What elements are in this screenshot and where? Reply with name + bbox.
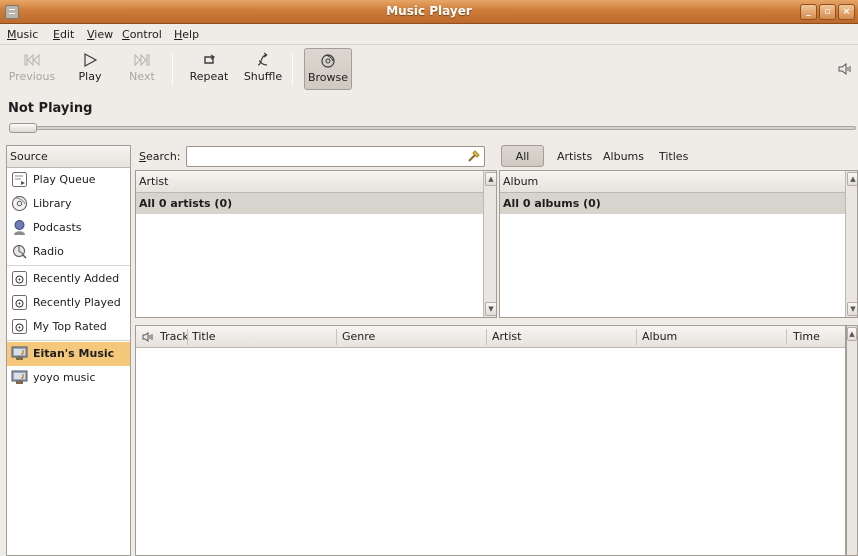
play-button[interactable]: Play <box>70 48 110 90</box>
source-item-play-queue[interactable]: Play Queue <box>7 168 130 192</box>
shuffle-button[interactable]: Shuffle <box>243 48 283 90</box>
artist-column-header[interactable]: Artist <box>136 171 483 193</box>
play-queue-icon <box>12 172 27 187</box>
volume-icon[interactable] <box>838 63 852 75</box>
minimize-button[interactable]: _ <box>800 4 817 20</box>
menu-bar: Music Edit View Control Help <box>0 24 858 45</box>
menu-edit[interactable]: Edit <box>53 28 74 41</box>
seek-slider-handle[interactable] <box>9 123 37 133</box>
source-separator <box>7 340 130 341</box>
source-item-podcasts[interactable]: Podcasts <box>7 216 130 240</box>
album-column-header[interactable]: Album <box>500 171 845 193</box>
playlist-icon <box>12 271 27 286</box>
source-separator <box>7 265 130 266</box>
search-input[interactable] <box>186 146 485 167</box>
column-artist[interactable]: Artist <box>492 330 521 343</box>
previous-icon <box>24 53 40 67</box>
playing-column-icon <box>142 332 153 342</box>
artist-row-all[interactable]: All 0 artists (0) <box>136 193 483 214</box>
toolbar-separator <box>172 53 173 85</box>
album-row-all[interactable]: All 0 albums (0) <box>500 193 845 214</box>
filter-albums-button[interactable]: Albums <box>603 150 644 163</box>
source-item-my-top-rated[interactable]: My Top Rated <box>7 315 130 339</box>
source-item-recently-added[interactable]: Recently Added <box>7 267 130 291</box>
podcast-icon <box>14 220 25 235</box>
playlist-icon <box>12 295 27 310</box>
source-header[interactable]: Source <box>7 146 130 168</box>
window-title: Music Player <box>386 4 472 18</box>
scroll-down-arrow[interactable]: ▼ <box>847 302 857 316</box>
source-item-library[interactable]: Library <box>7 192 130 216</box>
maximize-button[interactable]: ▫ <box>819 4 836 20</box>
seek-bar[interactable] <box>10 126 856 130</box>
album-scrollbar[interactable]: ▲ ▼ <box>845 171 857 317</box>
source-item-radio[interactable]: Radio <box>7 240 130 264</box>
browse-icon <box>321 54 335 68</box>
browse-button[interactable]: Browse <box>304 48 352 90</box>
shared-music-icon <box>11 370 28 384</box>
now-playing-label: Not Playing <box>8 101 93 116</box>
menu-help[interactable]: Help <box>174 28 199 41</box>
column-genre[interactable]: Genre <box>342 330 375 343</box>
playlist-icon <box>12 319 27 334</box>
clear-search-icon[interactable] <box>467 149 481 163</box>
artist-pane: Artist All 0 artists (0) ▲ ▼ <box>135 170 497 318</box>
source-item-recently-played[interactable]: Recently Played <box>7 291 130 315</box>
column-album[interactable]: Album <box>642 330 677 343</box>
menu-music[interactable]: Music <box>7 28 38 41</box>
close-button[interactable]: × <box>838 4 855 20</box>
play-icon <box>84 52 98 68</box>
column-title[interactable]: Title <box>192 330 216 343</box>
toolbar-separator <box>292 53 293 85</box>
repeat-icon <box>204 54 216 64</box>
source-item-eitans-music[interactable]: Eitan's Music <box>7 342 130 366</box>
track-list-header: Track Title Genre Artist Album Time <box>136 326 845 348</box>
next-icon <box>134 53 150 67</box>
filter-artists-button[interactable]: Artists <box>557 150 592 163</box>
shuffle-icon <box>257 52 268 66</box>
source-item-yoyo-music[interactable]: yoyo music <box>7 366 130 390</box>
repeat-button[interactable]: Repeat <box>187 48 231 90</box>
column-time[interactable]: Time <box>793 330 820 343</box>
album-pane: Album All 0 albums (0) ▲ ▼ <box>499 170 858 318</box>
search-label: Search: <box>139 150 181 163</box>
filter-all-button[interactable]: All <box>501 145 544 167</box>
artist-scrollbar[interactable]: ▲ ▼ <box>483 171 496 317</box>
menu-control[interactable]: Control <box>122 28 162 41</box>
column-track[interactable]: Track <box>160 330 189 343</box>
scroll-up-arrow[interactable]: ▲ <box>847 172 857 186</box>
track-list: Track Title Genre Artist Album Time <box>135 325 846 556</box>
scroll-down-arrow[interactable]: ▼ <box>485 302 496 316</box>
next-button[interactable]: Next <box>124 48 160 90</box>
previous-button[interactable]: Previous <box>8 48 56 90</box>
library-icon <box>12 196 27 211</box>
track-list-scrollbar[interactable]: ▲ <box>846 325 858 556</box>
toolbar: Previous Play Next Repeat Shuffle Browse <box>0 45 858 94</box>
radio-icon <box>13 245 27 259</box>
filter-titles-button[interactable]: Titles <box>659 150 688 163</box>
scroll-up-arrow[interactable]: ▲ <box>847 327 857 341</box>
source-pane: Source Play Queue Library Podcasts Radio <box>6 145 131 556</box>
scroll-up-arrow[interactable]: ▲ <box>485 172 496 186</box>
menu-view[interactable]: View <box>87 28 113 41</box>
shared-music-icon <box>11 346 28 360</box>
title-bar: Music Player _ ▫ × <box>0 0 858 24</box>
